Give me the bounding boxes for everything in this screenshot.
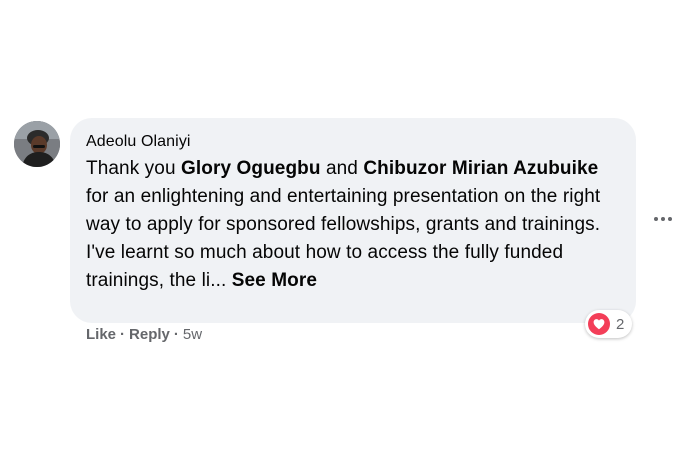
comment-timestamp[interactable]: 5w	[183, 326, 202, 343]
comment-actions: Like · Reply · 5w	[86, 326, 202, 343]
more-horizontal-icon	[668, 217, 672, 221]
see-more-link[interactable]: See More	[232, 270, 317, 291]
avatar[interactable]	[14, 121, 60, 167]
reply-button[interactable]: Reply	[129, 326, 170, 343]
comment-text-part: for an enlightening and entertaining pre…	[86, 186, 601, 235]
reactions-summary[interactable]: 2	[585, 310, 633, 338]
comment-text-part: I've learnt so much about how to access …	[86, 242, 564, 291]
heart-icon	[588, 313, 610, 335]
comment-bubble: Adeolu Olaniyi Thank you Glory Oguegbu a…	[70, 118, 636, 323]
mention-link[interactable]: Chibuzor Mirian Azubuike	[363, 158, 598, 179]
reaction-count: 2	[616, 315, 625, 333]
comment-text-part: and	[320, 158, 364, 179]
comment-author[interactable]: Adeolu Olaniyi	[86, 132, 620, 152]
separator: ·	[173, 326, 179, 343]
mention-link[interactable]: Glory Oguegbu	[181, 158, 321, 179]
more-horizontal-icon	[661, 217, 665, 221]
like-button[interactable]: Like	[86, 326, 116, 343]
comment-text-part: Thank you	[86, 158, 181, 179]
comment-text: Thank you Glory Oguegbu and Chibuzor Mir…	[86, 155, 620, 295]
more-horizontal-icon	[654, 217, 658, 221]
avatar-photo-icon	[14, 121, 60, 167]
more-options-button[interactable]	[650, 209, 676, 229]
separator: ·	[120, 326, 126, 343]
